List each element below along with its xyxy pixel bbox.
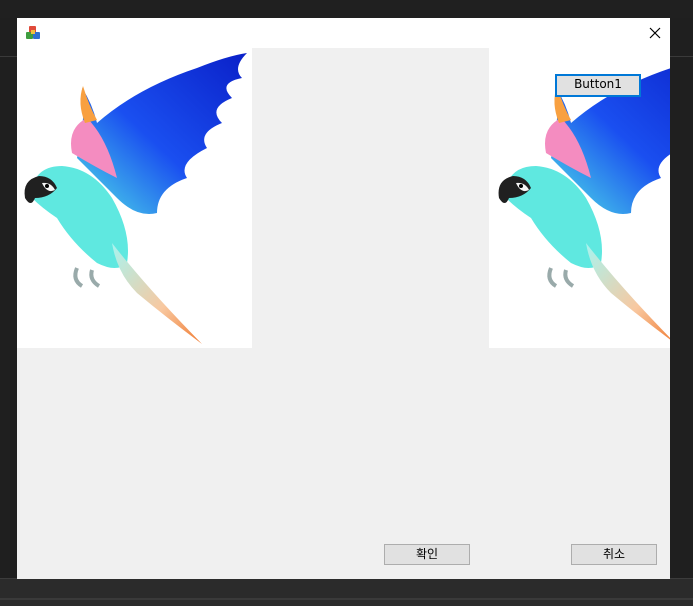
background-bottom-bar (0, 578, 693, 606)
parrot-picture-left (17, 48, 252, 348)
close-button[interactable] (640, 18, 670, 48)
app-icon (25, 25, 41, 41)
background-bottom-line (0, 598, 693, 600)
cancel-button[interactable]: 취소 (571, 544, 657, 565)
title-bar[interactable] (17, 18, 670, 48)
dialog-window: Button1 확인 취소 (17, 18, 670, 579)
background-top (0, 0, 693, 18)
button1[interactable]: Button1 (555, 74, 641, 97)
close-icon (649, 27, 661, 39)
ok-button[interactable]: 확인 (384, 544, 470, 565)
